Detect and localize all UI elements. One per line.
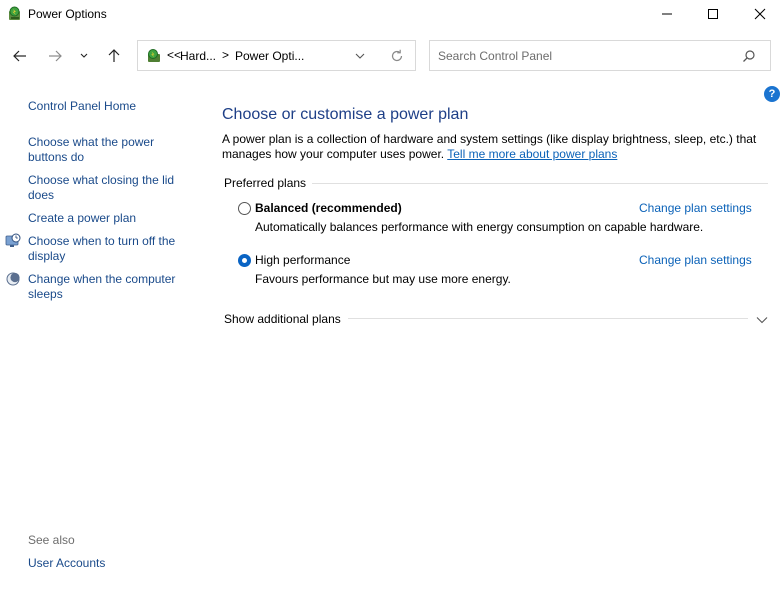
create-power-plan-link[interactable]: Create a power plan [28, 211, 188, 226]
breadcrumb-hardware[interactable]: Hard... [180, 49, 216, 63]
balanced-change-settings-link[interactable]: Change plan settings [639, 201, 752, 215]
preferred-plans-label: Preferred plans [224, 176, 307, 190]
sleep-moon-icon [5, 271, 21, 287]
recent-locations-button[interactable] [74, 44, 94, 68]
refresh-icon [391, 49, 403, 62]
up-button[interactable] [102, 44, 126, 68]
control-panel-icon [146, 48, 162, 64]
forward-button[interactable] [43, 44, 67, 68]
balanced-plan-radio[interactable] [238, 202, 251, 215]
high-performance-plan-description: Favours performance but may use more ene… [255, 272, 511, 286]
title-bar: Power Options [0, 0, 783, 28]
section-divider [312, 183, 768, 184]
expand-chevron-icon[interactable] [755, 313, 769, 327]
high-performance-change-settings-link[interactable]: Change plan settings [639, 253, 752, 267]
address-overflow-chevron[interactable]: << [167, 48, 181, 62]
maximize-button[interactable] [690, 0, 736, 28]
breadcrumb-separator[interactable]: > [222, 48, 229, 62]
window-title: Power Options [28, 7, 107, 21]
arrow-right-icon [49, 50, 62, 62]
turn-off-display-link[interactable]: Choose when to turn off the display [28, 234, 188, 264]
user-accounts-link[interactable]: User Accounts [28, 556, 105, 570]
search-box[interactable] [429, 40, 771, 71]
plan-description-text: A power plan is a collection of hardware… [222, 132, 762, 162]
address-dropdown-button[interactable] [352, 48, 368, 64]
display-clock-icon [5, 233, 21, 249]
power-options-icon [7, 6, 23, 22]
address-bar[interactable]: << Hard... > Power Opti... [137, 40, 416, 71]
help-button[interactable]: ? [764, 86, 780, 102]
power-buttons-link[interactable]: Choose what the power buttons do [28, 135, 188, 165]
balanced-plan-name[interactable]: Balanced (recommended) [255, 201, 402, 215]
arrow-up-icon [108, 49, 120, 62]
close-button[interactable] [737, 0, 783, 28]
closing-lid-link[interactable]: Choose what closing the lid does [28, 173, 188, 203]
arrow-left-icon [13, 50, 26, 62]
high-performance-plan-name[interactable]: High performance [255, 253, 350, 267]
additional-plans-divider [348, 318, 748, 319]
chevron-down-icon [80, 53, 88, 58]
computer-sleeps-link[interactable]: Change when the computer sleeps [28, 272, 188, 302]
show-additional-plans[interactable]: Show additional plans [224, 312, 341, 326]
breadcrumb-power-options[interactable]: Power Opti... [235, 49, 304, 63]
see-also-label: See also [28, 533, 75, 547]
control-panel-home-link[interactable]: Control Panel Home [28, 99, 188, 114]
balanced-plan-description: Automatically balances performance with … [255, 220, 704, 234]
page-title: Choose or customise a power plan [222, 106, 469, 123]
back-button[interactable] [8, 44, 32, 68]
search-icon[interactable] [742, 49, 756, 63]
minimize-button[interactable] [644, 0, 690, 28]
refresh-button[interactable] [388, 47, 406, 65]
search-input[interactable] [438, 47, 738, 65]
high-performance-plan-radio[interactable] [238, 254, 251, 267]
learn-more-link[interactable]: Tell me more about power plans [447, 147, 617, 161]
chevron-down-icon [355, 53, 365, 59]
